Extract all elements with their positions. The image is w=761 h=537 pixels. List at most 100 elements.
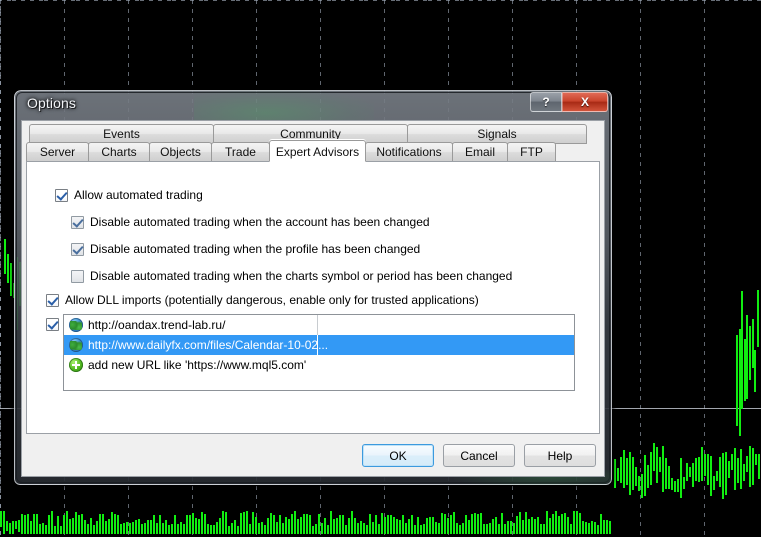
chart-bar [740,449,742,489]
checkbox-label: Disable automated trading when the profi… [90,242,421,256]
help-icon-button[interactable]: ? [530,92,562,112]
chart-bar [758,454,760,479]
chart-bar [477,514,479,534]
plus-circle-icon [69,358,83,372]
checkbox-checked-icon[interactable] [46,293,59,307]
chart-bar [552,514,554,534]
url-text: http://oandax.trend-lab.ru/ [88,318,226,332]
chart-bar [632,457,634,490]
chart-bar [213,524,215,534]
close-icon-button[interactable]: X [562,92,608,112]
chart-bar [546,511,548,534]
chart-bar [677,479,679,493]
chart-bar [96,520,98,534]
globe-icon [69,318,83,332]
help-button[interactable]: Help [524,444,596,467]
chart-bar [635,466,637,487]
checkbox-checked-icon[interactable] [46,317,59,331]
chart-bar [87,524,89,534]
options-dialog[interactable]: Options ? X Events Community Signals Serve… [14,90,612,485]
ok-button[interactable]: OK [362,444,434,467]
chart-bar [264,524,266,534]
chart-bar [27,513,29,534]
chart-bar [60,525,62,534]
checkbox-row[interactable]: Disable automated trading when the accou… [71,215,430,229]
chart-bar [534,518,536,534]
checkbox-checked-icon[interactable] [55,188,68,202]
checkbox-checked-icon[interactable] [71,242,84,256]
chart-bar [243,512,245,534]
checkbox-row[interactable]: Allow automated trading [55,188,203,202]
chart-bar [480,512,482,534]
checkbox-row[interactable]: Allow DLL imports (potentially dangerous… [46,293,479,307]
url-list-item[interactable]: add new URL like 'https://www.mql5.com' [64,355,574,375]
chart-bar [6,520,8,532]
chart-bar [375,515,377,534]
tab-server[interactable]: Server [26,142,89,162]
chart-bar [396,519,398,534]
chart-bar [342,515,344,534]
checkbox-unchecked-icon[interactable] [71,269,84,283]
chart-bar [728,461,730,478]
tab-expert-advisors[interactable]: Expert Advisors [269,140,366,162]
chart-bar [48,514,50,534]
chart-bar [620,457,622,483]
chart-bar [384,517,386,534]
chart-bar [462,523,464,534]
chart-bar [285,517,287,534]
chart-bar [573,511,575,534]
tab-ftp[interactable]: FTP [507,142,556,162]
chart-bar [381,512,383,534]
chart-bar [465,515,467,534]
chart-bar [357,523,359,534]
url-list-item[interactable]: http://www.dailyfx.com/files/Calendar-10… [64,335,574,355]
chart-bar [252,512,254,534]
checkbox-checked-icon[interactable] [71,215,84,229]
tab-signals[interactable]: Signals [407,124,587,144]
chart-bar [668,465,670,489]
chart-bar [111,511,113,534]
chart-bar [441,513,443,534]
cancel-button[interactable]: Cancel [443,444,515,467]
tab-objects[interactable]: Objects [149,142,212,162]
chart-bar [315,523,317,534]
chart-bar [249,523,251,534]
chart-bar [644,455,646,496]
chart-bar [294,510,296,534]
chart-bar [240,513,242,534]
chart-bar [537,517,539,534]
chart-bar [528,519,530,534]
chart-bar [219,517,221,534]
chart-bar [450,514,452,534]
checkbox-row[interactable]: Disable automated trading when the profi… [71,242,420,256]
chart-bar [756,289,759,347]
chart-bar [105,521,107,534]
chart-bar [435,522,437,534]
chart-bar [719,457,721,488]
chart-bar [231,523,233,534]
tab-charts[interactable]: Charts [88,142,150,162]
webrequest-url-list[interactable]: http://oandax.trend-lab.ru/http://www.da… [63,314,575,391]
chart-bar [713,475,715,490]
checkbox-row[interactable]: Disable automated trading when the chart… [71,269,512,283]
tab-events[interactable]: Events [29,124,214,144]
tab-notifications[interactable]: Notifications [365,142,453,162]
chart-bar [674,481,676,493]
chart-bar [33,513,35,534]
chart-bar [626,458,628,486]
chart-bar [495,516,497,534]
chart-bar [710,456,712,496]
chart-bar [183,524,185,534]
chart-bar [75,512,77,534]
url-list-item[interactable]: http://oandax.trend-lab.ru/ [64,315,574,335]
chart-bar [141,523,143,534]
chart-bar [117,515,119,534]
chart-bar [321,522,323,534]
chart-bar [558,515,560,534]
chart-bar [408,519,410,534]
chart-bar [656,446,658,483]
tab-trade[interactable]: Trade [211,142,270,162]
tab-email[interactable]: Email [452,142,508,162]
chart-bar [393,517,395,534]
chart-bar [387,514,389,534]
